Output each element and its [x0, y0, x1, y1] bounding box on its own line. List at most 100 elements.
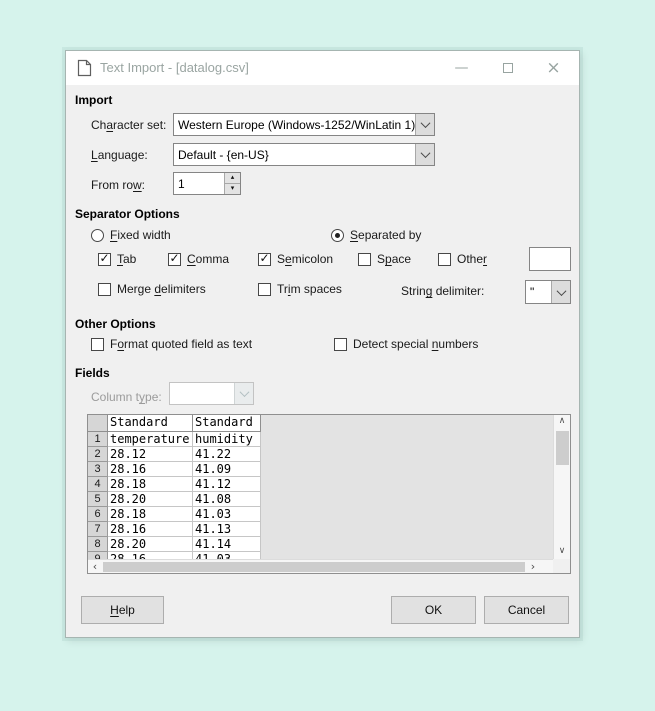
separated-by-radio[interactable]: Separated by [331, 227, 421, 243]
from-row-label: From row: [91, 178, 145, 192]
trim-spaces-checkbox[interactable]: ✓ Trim spaces [258, 281, 342, 297]
scroll-up-button[interactable]: ∧ [554, 415, 570, 429]
detect-special-numbers-checkbox[interactable]: ✓ Detect special numbers [334, 336, 478, 352]
preview-grid-body: 1 temperature humidity 2 28.12 41.22 3 [88, 432, 553, 559]
table-row: 1 temperature humidity [88, 432, 553, 447]
data-cell[interactable]: 41.08 [193, 492, 261, 507]
language-select[interactable]: Default - {en-US} [173, 143, 435, 166]
data-cell[interactable]: 41.12 [193, 477, 261, 492]
semicolon-checkbox[interactable]: ✓ Semicolon [258, 251, 333, 267]
dialog-titlebar[interactable]: Text Import - [datalog.csv] — × [66, 51, 579, 85]
checkbox-icon: ✓ [334, 338, 347, 351]
cancel-button[interactable]: Cancel [484, 596, 569, 624]
close-button[interactable]: × [538, 51, 569, 85]
character-set-select[interactable]: Western Europe (Windows-1252/WinLatin 1) [173, 113, 435, 136]
data-cell[interactable]: 28.16 [108, 522, 193, 537]
character-set-label: Character set: [91, 118, 166, 132]
scroll-right-button[interactable]: › [526, 560, 540, 573]
maximize-button[interactable] [492, 51, 523, 85]
minimize-button[interactable]: — [446, 51, 477, 85]
checkmark-icon: ✓ [99, 252, 109, 264]
semicolon-label: Semicolon [277, 252, 333, 266]
language-dropdown-button[interactable] [415, 144, 434, 165]
other-checkbox[interactable]: ✓ Other [438, 251, 487, 267]
checkbox-icon: ✓ [98, 253, 111, 266]
table-row: 4 28.18 41.12 [88, 477, 553, 492]
checkbox-icon: ✓ [258, 283, 271, 296]
data-cell[interactable]: 28.12 [108, 447, 193, 462]
row-number-cell: 3 [88, 462, 108, 477]
vertical-scrollbar-thumb[interactable] [556, 431, 569, 465]
merge-delimiters-checkbox[interactable]: ✓ Merge delimiters [98, 281, 206, 297]
scroll-down-button[interactable]: ∨ [554, 545, 570, 559]
string-delimiter-select[interactable]: " [525, 280, 571, 304]
table-row: 3 28.16 41.09 [88, 462, 553, 477]
column-type-label: Column type: [91, 390, 162, 404]
checkmark-icon: ✓ [259, 252, 269, 264]
spin-up-button[interactable]: ▴ [225, 173, 240, 184]
data-cell[interactable]: 41.14 [193, 537, 261, 552]
space-checkbox[interactable]: ✓ Space [358, 251, 411, 267]
scroll-left-button[interactable]: ‹ [88, 560, 102, 573]
ok-button[interactable]: OK [391, 596, 476, 624]
data-cell[interactable]: humidity [193, 432, 261, 447]
table-row: 2 28.12 41.22 [88, 447, 553, 462]
horizontal-scrollbar-thumb[interactable] [103, 562, 525, 572]
table-row: 5 28.20 41.08 [88, 492, 553, 507]
data-cell[interactable]: 41.03 [193, 552, 261, 559]
horizontal-scrollbar[interactable]: ‹ › [88, 559, 553, 573]
data-cell[interactable]: 41.22 [193, 447, 261, 462]
language-value: Default - {en-US} [174, 148, 415, 162]
other-separator-input[interactable] [529, 247, 571, 271]
table-row: 6 28.18 41.03 [88, 507, 553, 522]
desktop-background: Text Import - [datalog.csv] — × Import C… [0, 0, 655, 711]
character-set-dropdown-button[interactable] [415, 114, 434, 135]
data-cell[interactable]: 28.16 [108, 552, 193, 559]
chevron-down-icon [239, 387, 249, 397]
data-cell[interactable]: 28.20 [108, 537, 193, 552]
checkbox-icon: ✓ [98, 283, 111, 296]
column-1-type-header[interactable]: Standard [108, 415, 193, 432]
from-row-value[interactable] [174, 173, 224, 194]
row-number-cell: 1 [88, 432, 108, 447]
preview-header-row: Standard Standard [88, 415, 553, 432]
radio-icon [91, 229, 104, 242]
data-cell[interactable]: 41.13 [193, 522, 261, 537]
chevron-down-icon [420, 148, 430, 158]
row-number-cell: 2 [88, 447, 108, 462]
column-type-select [169, 382, 254, 405]
column-2-type-header[interactable]: Standard [193, 415, 261, 432]
maximize-icon [503, 63, 513, 73]
string-delimiter-dropdown-button[interactable] [551, 281, 570, 303]
format-quoted-checkbox[interactable]: ✓ Format quoted field as text [91, 336, 252, 352]
language-label: Language: [91, 148, 148, 162]
text-import-dialog: Text Import - [datalog.csv] — × Import C… [65, 50, 580, 638]
chevron-down-icon [420, 118, 430, 128]
checkmark-icon: ✓ [169, 252, 179, 264]
checkbox-icon: ✓ [438, 253, 451, 266]
data-cell[interactable]: 41.03 [193, 507, 261, 522]
string-delimiter-value: " [526, 285, 551, 299]
data-cell[interactable]: 41.09 [193, 462, 261, 477]
data-cell[interactable]: temperature [108, 432, 193, 447]
other-options-header: Other Options [75, 317, 156, 331]
comma-checkbox[interactable]: ✓ Comma [168, 251, 229, 267]
fixed-width-radio[interactable]: Fixed width [91, 227, 171, 243]
data-cell[interactable]: 28.20 [108, 492, 193, 507]
from-row-input[interactable]: ▴ ▾ [173, 172, 241, 195]
vertical-scrollbar[interactable]: ∧ ∨ [553, 415, 570, 559]
data-cell[interactable]: 28.16 [108, 462, 193, 477]
data-cell[interactable]: 28.18 [108, 507, 193, 522]
checkbox-icon: ✓ [358, 253, 371, 266]
import-section-header: Import [75, 93, 112, 107]
help-button[interactable]: Help [81, 596, 164, 624]
data-cell[interactable]: 28.18 [108, 477, 193, 492]
fields-section-header: Fields [75, 366, 110, 380]
spin-down-button[interactable]: ▾ [225, 184, 240, 194]
trim-spaces-label: Trim spaces [277, 282, 342, 296]
radio-icon [331, 229, 344, 242]
checkbox-icon: ✓ [91, 338, 104, 351]
column-type-dropdown-button [234, 383, 253, 404]
tab-checkbox[interactable]: ✓ Tab [98, 251, 136, 267]
row-number-cell: 7 [88, 522, 108, 537]
